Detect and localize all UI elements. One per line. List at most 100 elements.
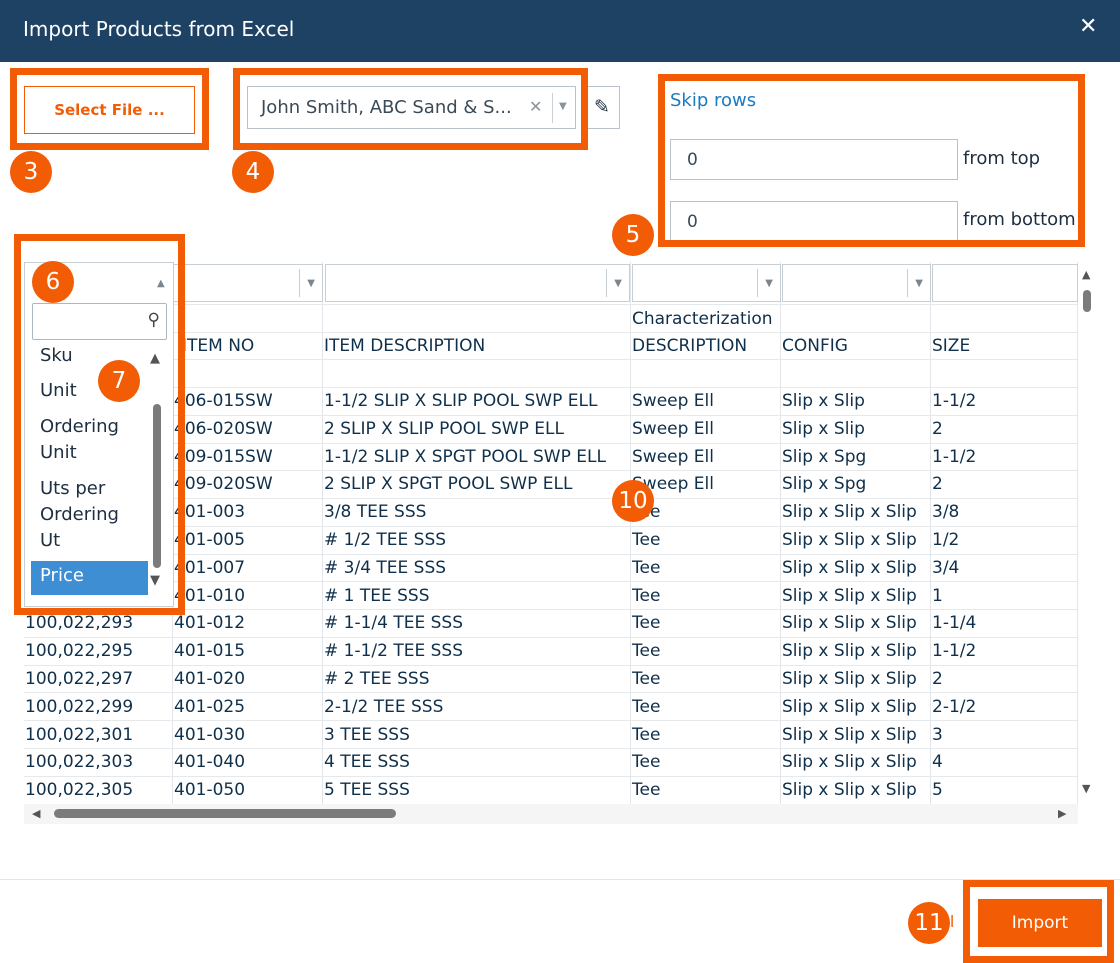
grid-cell: Sweep Ell [632, 419, 714, 439]
footer-divider [0, 879, 1120, 880]
vertical-scrollbar[interactable]: ▲ ▼ [1078, 262, 1098, 804]
grid-cell: # 3/4 TEE SSS [324, 558, 447, 578]
chevron-down-icon: ▼ [307, 278, 315, 289]
dialog-header: Import Products from Excel ✕ [0, 0, 1120, 62]
grid-cell: Slip x Slip x Slip [782, 613, 917, 633]
grid-cell: Slip x Slip x Slip [782, 558, 917, 578]
grid-cell: 2 [932, 669, 943, 689]
grid-cell: 1-1/2 [932, 641, 977, 661]
edit-supplier-button[interactable]: ✎ [585, 86, 620, 129]
grid-cell: Tee [632, 725, 661, 745]
annotation-box-select-file [10, 68, 209, 150]
badge-4: 4 [232, 151, 274, 193]
grid-cell: 2 SLIP X SLIP POOL SWP ELL [324, 419, 564, 439]
grid-cell: 100,022,303 [25, 752, 134, 772]
grid-cell: 4 [932, 752, 943, 772]
grid-cell: 3/4 [932, 558, 960, 578]
close-icon[interactable]: ✕ [1079, 14, 1097, 39]
grid-cell: 2-1/2 [932, 697, 977, 717]
grid-cell: Tee [632, 613, 661, 633]
grid-cell: 5 TEE SSS [324, 780, 410, 800]
grid-cell: # 1-1/2 TEE SSS [324, 641, 464, 661]
header-cell: DESCRIPTION [632, 336, 748, 356]
grid-cell: 401-025 [174, 697, 246, 717]
grid-cell: Slip x Slip x Slip [782, 697, 917, 717]
grid-cell: Slip x Slip x Slip [782, 669, 917, 689]
grid-cell: 3 [932, 725, 943, 745]
grid-cell: 3 TEE SSS [324, 725, 410, 745]
grid-cell: Slip x Slip [782, 391, 865, 411]
grid-cell: Sweep Ell [632, 447, 714, 467]
grid-cell: 1/2 [932, 530, 960, 550]
grid-cell: 401-020 [174, 669, 246, 689]
annotation-box-skip-rows [658, 74, 1085, 247]
grid-cell: 409-015SW [174, 447, 273, 467]
column-mapping-select-2[interactable]: ▼ [173, 264, 323, 302]
grid-cell: 2 [932, 474, 943, 494]
grid-cell: 401-015 [174, 641, 246, 661]
grid-cell: Slip x Slip x Slip [782, 530, 917, 550]
grid-cell: 1-1/2 [932, 447, 977, 467]
grid-cell: 1-1/2 [932, 391, 977, 411]
column-mapping-select-6[interactable] [932, 264, 1078, 302]
scroll-down-icon[interactable]: ▼ [1082, 782, 1090, 795]
grid-cell: Slip x Slip [782, 419, 865, 439]
grid-cell: Sweep Ell [632, 391, 714, 411]
badge-3: 3 [10, 151, 52, 193]
grid-cell: # 1/2 TEE SSS [324, 530, 447, 550]
grid-cell: 401-050 [174, 780, 246, 800]
scroll-right-icon[interactable]: ▶ [1058, 807, 1066, 820]
grid-cell: Slip x Spg [782, 474, 867, 494]
header-cell: CONFIG [782, 336, 848, 356]
grid-cell: 401-012 [174, 613, 246, 633]
grid-cell: Slip x Slip x Slip [782, 780, 917, 800]
grid-cell: 406-015SW [174, 391, 273, 411]
horizontal-scrollbar[interactable]: ◀ ▶ [24, 804, 1078, 824]
annotation-box-import [963, 880, 1114, 963]
header-cell: Characterization [632, 309, 773, 329]
dialog-title: Import Products from Excel [23, 17, 295, 41]
grid-cell: 4 TEE SSS [324, 752, 410, 772]
header-cell: ITEM DESCRIPTION [324, 336, 486, 356]
chevron-down-icon: ▼ [915, 278, 923, 289]
grid-cell: Tee [632, 641, 661, 661]
grid-cell: 1 [932, 586, 943, 606]
grid-cell: 406-020SW [174, 419, 273, 439]
grid-cell: # 1-1/4 TEE SSS [324, 613, 464, 633]
grid-cell: 100,022,297 [25, 669, 134, 689]
grid-cell: Tee [632, 530, 661, 550]
scroll-thumb[interactable] [1083, 290, 1091, 312]
column-mapping-select-4[interactable]: ▼ [632, 264, 781, 302]
row-divider [24, 665, 1078, 666]
grid-cell: 100,022,293 [25, 613, 134, 633]
scroll-left-icon[interactable]: ◀ [32, 807, 40, 820]
grid-cell: Tee [632, 752, 661, 772]
grid-cell: Slip x Slip x Slip [782, 752, 917, 772]
grid-cell: 1-1/2 SLIP X SPGT POOL SWP ELL [324, 447, 606, 467]
grid-cell: 100,022,299 [25, 697, 134, 717]
annotation-box-supplier [233, 68, 588, 150]
pencil-icon: ✎ [594, 96, 610, 118]
chevron-down-icon: ▼ [765, 278, 773, 289]
grid-cell: 1-1/4 [932, 613, 977, 633]
column-mapping-select-5[interactable]: ▼ [782, 264, 931, 302]
scroll-thumb[interactable] [54, 809, 396, 818]
grid-cell: Tee [632, 586, 661, 606]
grid-cell: 2 SLIP X SPGT POOL SWP ELL [324, 474, 573, 494]
grid-cell: Slip x Slip x Slip [782, 725, 917, 745]
grid-cell: 2 [932, 419, 943, 439]
grid-cell: 401-040 [174, 752, 246, 772]
column-mapping-select-3[interactable]: ▼ [325, 264, 630, 302]
row-divider [24, 637, 1078, 638]
grid-cell: Slip x Slip x Slip [782, 502, 917, 522]
scroll-up-icon[interactable]: ▲ [1082, 268, 1090, 281]
grid-cell: Slip x Slip x Slip [782, 641, 917, 661]
grid-cell: 401-030 [174, 725, 246, 745]
grid-cell: # 2 TEE SSS [324, 669, 430, 689]
row-divider [24, 720, 1078, 721]
grid-cell: 3/8 TEE SSS [324, 502, 427, 522]
badge-5: 5 [612, 214, 654, 256]
grid-cell: 3/8 [932, 502, 960, 522]
row-divider [24, 748, 1078, 749]
grid-cell: 2-1/2 TEE SSS [324, 697, 444, 717]
